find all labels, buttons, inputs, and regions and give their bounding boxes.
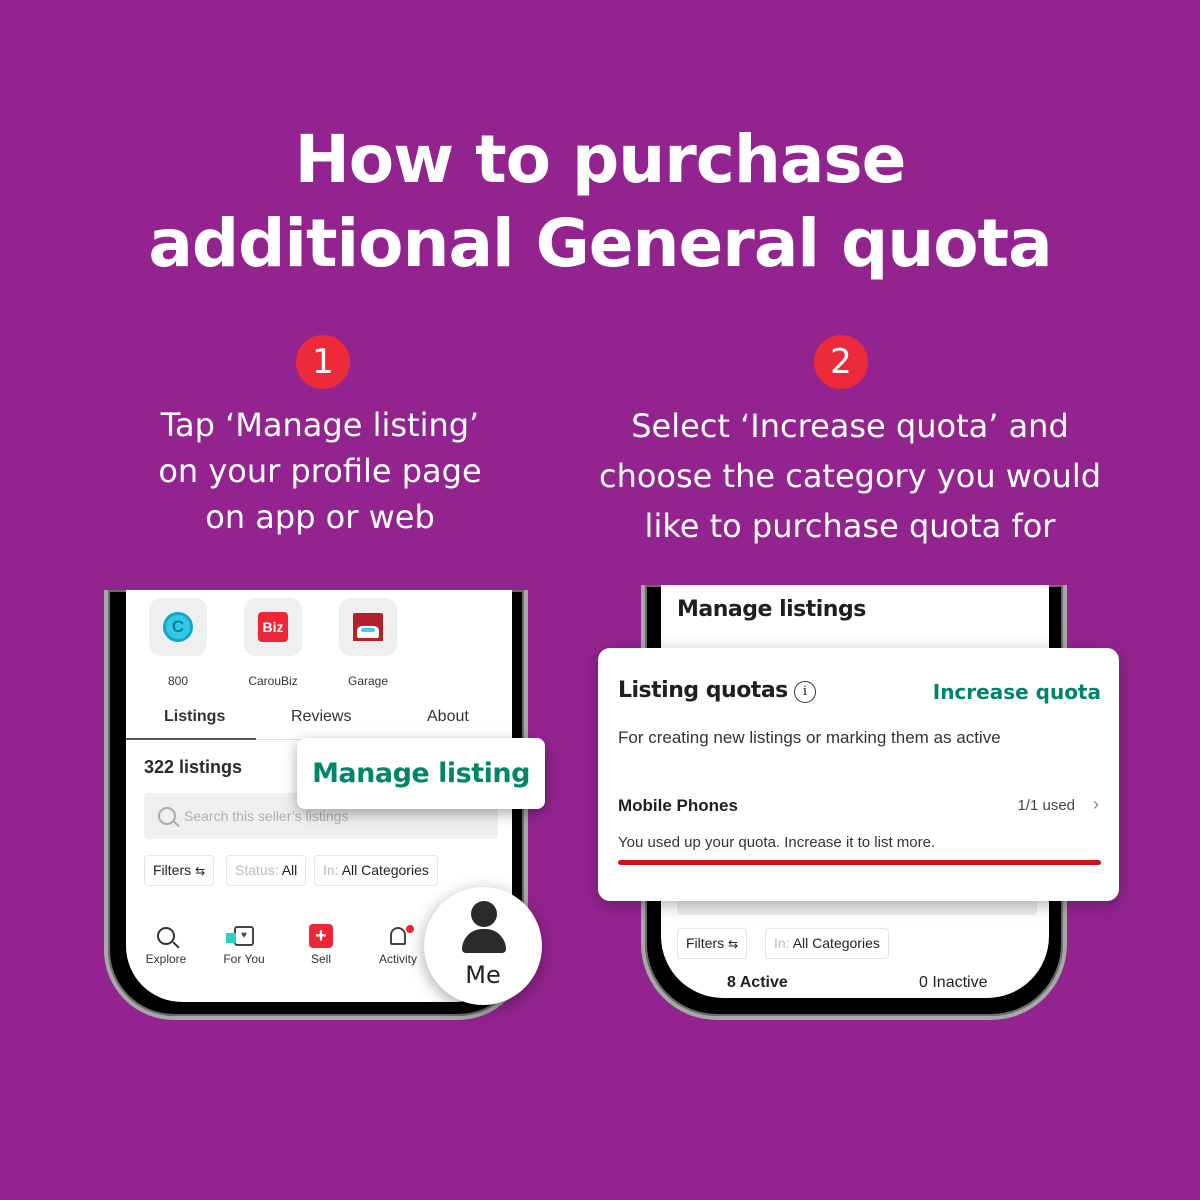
status-filter[interactable]: Status: All: [226, 855, 307, 886]
title-line-2: additional General quota: [148, 205, 1052, 282]
nav-explore[interactable]: Explore: [134, 922, 198, 966]
shortcut-caroubiz[interactable]: Biz CarouBiz: [243, 598, 303, 688]
nav-me[interactable]: Me: [424, 887, 542, 1005]
step-2-badge: 2: [814, 335, 868, 389]
nav-label: For You: [223, 952, 265, 966]
for-you-icon: ♥: [226, 926, 254, 946]
chevron-right-icon[interactable]: ›: [1093, 794, 1099, 815]
status-value: All: [281, 862, 298, 878]
shortcut-800[interactable]: C 800: [148, 598, 208, 688]
listing-count: 322 listings: [144, 757, 243, 777]
bell-icon: [390, 925, 414, 945]
filter-icon: ⇆: [728, 937, 739, 951]
nav-label: Me: [465, 961, 501, 989]
nav-label: Sell: [310, 952, 331, 966]
search-icon: [158, 807, 176, 825]
filters-label: Filters: [153, 862, 192, 878]
quota-usage: 1/1 used: [1017, 797, 1075, 814]
active-tab-indicator: [126, 738, 256, 740]
quota-description: For creating new listings or marking the…: [618, 728, 1001, 747]
step-1-line: Tap ‘Manage listing’: [160, 406, 480, 444]
screen-title: Manage listings: [677, 597, 866, 622]
profile-tabs: Listings Reviews About: [126, 704, 512, 740]
increase-quota-link[interactable]: Increase quota: [933, 680, 1101, 704]
search-placeholder: Search this seller’s listings: [184, 808, 349, 824]
listing-quotas-card: Listing quotas i Increase quota For creat…: [598, 648, 1119, 901]
search-icon: [157, 927, 175, 945]
category-filter[interactable]: In: All Categories: [765, 928, 889, 959]
filters-button[interactable]: Filters ⇆: [677, 928, 748, 959]
nav-label: Activity: [378, 952, 417, 966]
plus-icon: +: [309, 924, 333, 948]
step-1-line: on your profile page: [158, 452, 482, 490]
filters-button[interactable]: Filters ⇆: [144, 855, 215, 886]
garage-icon: [353, 613, 383, 641]
category-value: All Categories: [792, 935, 880, 951]
step-2-line: like to purchase quota for: [644, 507, 1056, 545]
nav-sell[interactable]: + Sell: [289, 922, 353, 966]
category-prefix: In:: [323, 862, 339, 878]
tab-reviews[interactable]: Reviews: [291, 708, 351, 726]
tab-listings[interactable]: Listings: [164, 708, 225, 726]
shortcut-label: Garage: [347, 674, 389, 688]
quota-category[interactable]: Mobile Phones: [618, 796, 738, 816]
quota-message: You used up your quota. Increase it to l…: [618, 834, 936, 851]
title-line-1: How to purchase: [294, 121, 907, 198]
step-2-text: Select ‘Increase quota’ and choose the c…: [560, 401, 1140, 551]
notification-dot: [406, 925, 414, 933]
category-filter[interactable]: In: All Categories: [314, 855, 438, 886]
info-icon[interactable]: i: [793, 681, 816, 703]
shortcut-garage[interactable]: Garage: [338, 598, 398, 688]
status-prefix: Status:: [235, 862, 279, 878]
tab-active[interactable]: 8 Active: [727, 974, 788, 992]
page-title: How to purchase additional General quota: [0, 118, 1200, 286]
coin-icon: C: [163, 612, 193, 642]
category-prefix: In:: [774, 935, 790, 951]
nav-label: Explore: [145, 952, 187, 966]
nav-for-you[interactable]: ♥ For You: [212, 922, 276, 966]
step-1-text: Tap ‘Manage listing’ on your profile pag…: [100, 402, 540, 540]
tab-inactive[interactable]: 0 Inactive: [919, 974, 987, 992]
quota-progress-bar: [618, 860, 1101, 865]
quota-progress-fill: [618, 860, 1101, 865]
manage-listing-button[interactable]: Manage listing: [297, 738, 545, 809]
step-2-line: choose the category you would: [598, 457, 1102, 495]
tab-about[interactable]: About: [427, 708, 469, 726]
step-2-line: Select ‘Increase quota’ and: [631, 407, 1069, 445]
nav-activity[interactable]: Activity: [366, 922, 430, 966]
quota-title-text: Listing quotas: [618, 678, 788, 703]
shortcut-label: CarouBiz: [248, 674, 298, 688]
shortcut-label: 800: [167, 674, 189, 688]
category-value: All Categories: [341, 862, 429, 878]
biz-icon: Biz: [258, 612, 288, 642]
step-1-badge: 1: [296, 335, 350, 389]
quota-card-title: Listing quotas i: [618, 678, 816, 703]
filters-label: Filters: [686, 935, 725, 951]
filter-icon: ⇆: [195, 864, 206, 878]
step-1-line: on app or web: [205, 498, 435, 536]
